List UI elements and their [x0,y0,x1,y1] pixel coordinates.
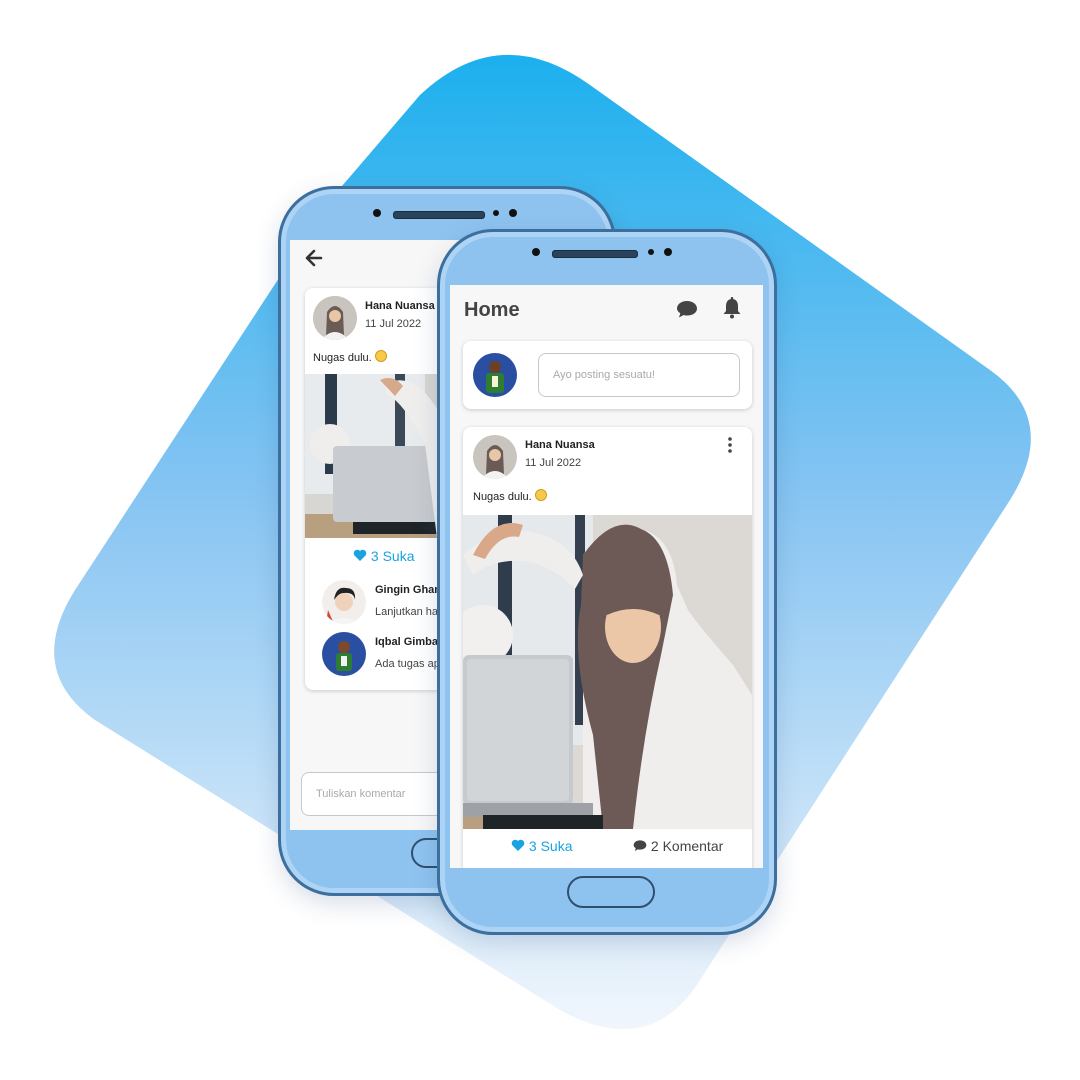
commenter-avatar[interactable] [322,632,366,676]
comment-author[interactable]: Iqbal Gimbal [375,636,441,648]
laughing-emoji-icon [534,489,547,501]
comment-text: Lanjutkan hal [375,606,441,618]
post-card: Hana Nuansa 11 Jul 2022 Nugas dulu. 3 Su… [463,427,752,868]
post-author[interactable]: Hana Nuansa [365,300,435,312]
sensor-dot [493,210,499,216]
post-author[interactable]: Hana Nuansa [525,439,595,451]
sensor-dot [648,249,654,255]
more-vertical-icon[interactable] [727,437,733,453]
post-caption: Nugas dulu. [473,489,547,503]
avatar[interactable] [473,353,517,397]
arrow-left-icon[interactable] [304,248,324,268]
sensor-dot [664,248,672,256]
bell-icon[interactable] [722,297,742,319]
composer-placeholder: Ayo posting sesuatu! [553,369,655,381]
home-screen: Home Ayo posting sesuatu! Hana Nuansa 11… [450,285,763,868]
heart-icon [353,549,367,561]
speaker-grille [393,211,485,219]
comment-input-placeholder: Tuliskan komentar [316,788,406,800]
post-photo[interactable] [463,515,752,829]
home-button[interactable] [567,876,655,908]
chat-bubble-icon [633,840,647,851]
post-caption: Nugas dulu. [313,350,387,364]
avatar[interactable] [473,435,517,479]
post-date: 11 Jul 2022 [365,318,422,330]
post-date: 11 Jul 2022 [525,457,582,469]
comment-text: Ada tugas ap [375,658,440,670]
likes-count[interactable]: 3 Suka [353,548,414,564]
laughing-emoji-icon [374,350,387,362]
page-title: Home [464,299,520,321]
chat-bubble-icon[interactable] [676,299,698,319]
front-camera [532,248,540,256]
comment-author[interactable]: Gingin Ghani [375,584,444,596]
heart-icon [511,839,525,851]
composer-input[interactable]: Ayo posting sesuatu! [538,353,740,397]
avatar[interactable] [313,296,357,340]
sensor-dot [509,209,517,217]
composer-card: Ayo posting sesuatu! [463,341,752,409]
speaker-grille [552,250,638,258]
front-camera [373,209,381,217]
commenter-avatar[interactable] [322,580,366,624]
phone-front: Home Ayo posting sesuatu! Hana Nuansa 11… [437,229,777,935]
likes-count[interactable]: 3 Suka [511,838,572,854]
comments-count[interactable]: 2 Komentar [633,838,723,854]
